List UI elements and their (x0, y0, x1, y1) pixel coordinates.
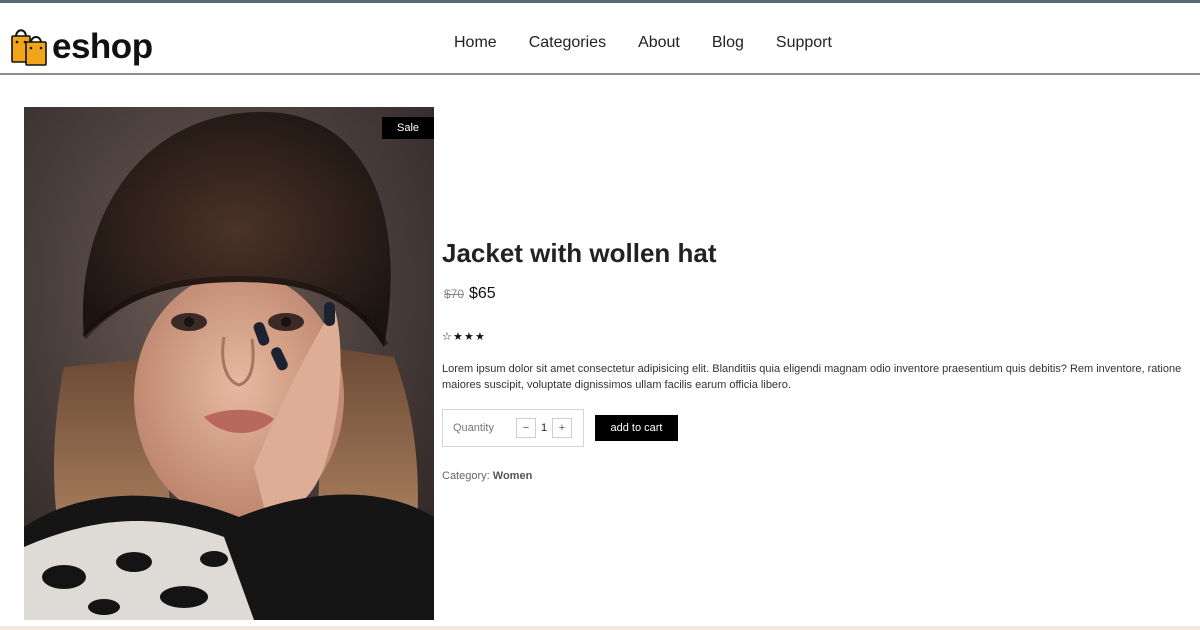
nav-home[interactable]: Home (454, 34, 497, 52)
nav-about[interactable]: About (638, 34, 680, 52)
star-empty-icon: ☆ (442, 331, 452, 343)
quantity-decrease-button[interactable]: − (516, 418, 536, 438)
sale-price: $65 (469, 285, 496, 302)
product-title: Jacket with wollen hat (442, 238, 717, 268)
rating-stars: ☆ ★ ★ ★ (442, 331, 486, 343)
category-link[interactable]: Women (493, 470, 533, 482)
product-description: Lorem ipsum dolor sit amet consectetur a… (442, 363, 1182, 391)
add-to-cart-button[interactable]: add to cart (595, 415, 678, 441)
original-price: $70 (444, 287, 465, 301)
nav-blog[interactable]: Blog (712, 34, 744, 52)
star-filled-icon: ★ (464, 331, 474, 343)
main-nav: Home Categories About Blog Support (454, 34, 864, 52)
bottom-strip (0, 626, 1200, 630)
brand-name: eshop (52, 26, 153, 66)
quantity-increase-button[interactable]: + (552, 418, 572, 438)
shopping-bag-icon (10, 25, 50, 67)
nav-categories[interactable]: Categories (529, 34, 606, 52)
quantity-value[interactable]: 1 (536, 422, 552, 434)
site-header: eshop Home Categories About Blog Support (0, 3, 1200, 75)
product-image: Sale (24, 107, 434, 620)
nav-support[interactable]: Support (776, 34, 832, 52)
product-category: Category: Women (442, 470, 532, 482)
star-filled-icon: ★ (475, 331, 485, 343)
category-label: Category: (442, 470, 490, 482)
quantity-label: Quantity (453, 422, 494, 434)
sale-badge: Sale (382, 117, 434, 139)
star-filled-icon: ★ (453, 331, 463, 343)
logo[interactable]: eshop (10, 25, 153, 67)
quantity-stepper: Quantity − 1 + (442, 409, 584, 447)
